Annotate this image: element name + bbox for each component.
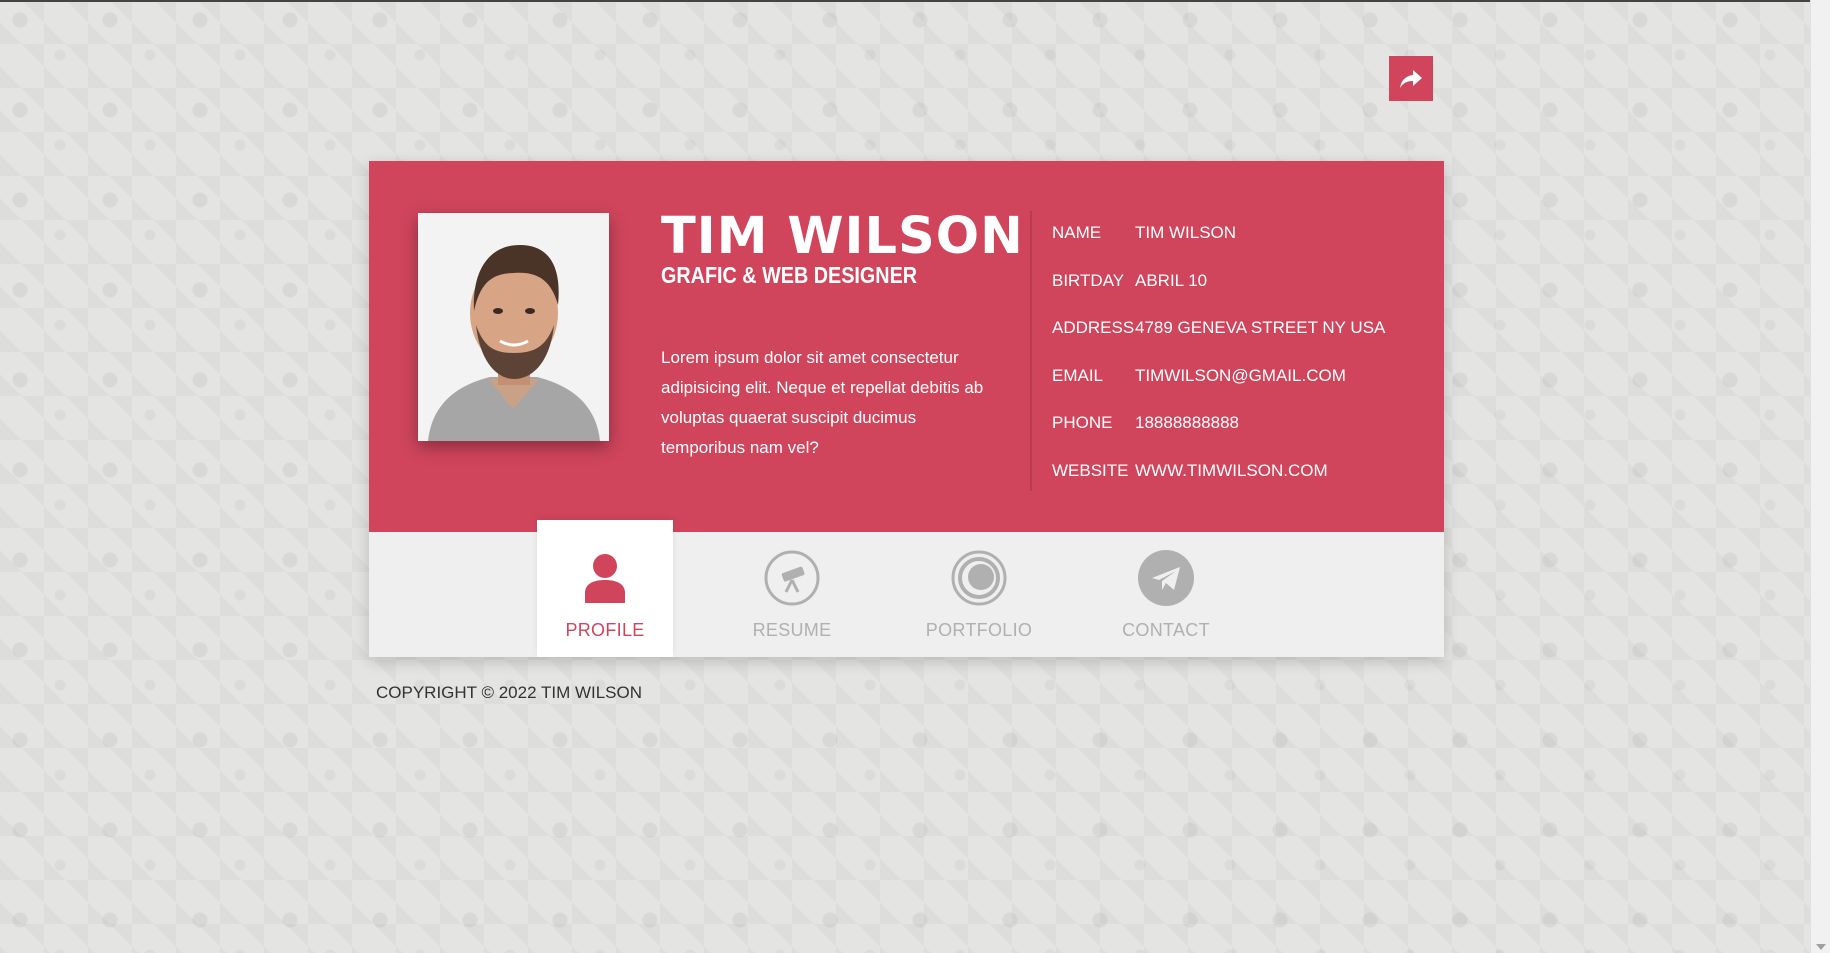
- info-label: BIRTDAY: [1052, 271, 1125, 290]
- tab-label: PORTFOLIO: [925, 620, 1033, 640]
- scrollbar-thumb[interactable]: [1815, 4, 1826, 934]
- scroll-down-icon[interactable]: [1816, 944, 1826, 950]
- tab-profile[interactable]: PROFILE: [537, 520, 673, 657]
- info-label: PHONE: [1052, 413, 1113, 432]
- section-nav: PROFILE RESUME PORTFOLIO CONTACT: [369, 520, 1444, 657]
- info-value: ABRIL 10: [1135, 271, 1208, 290]
- tab-resume[interactable]: RESUME: [724, 532, 860, 657]
- info-label: NAME: [1052, 223, 1102, 242]
- info-value: TIMWILSON@GMAIL.COM: [1135, 366, 1346, 385]
- share-button[interactable]: [1389, 56, 1433, 101]
- tab-label: PROFILE: [565, 620, 645, 640]
- paper-plane-icon: [1138, 550, 1194, 606]
- tab-contact[interactable]: CONTACT: [1098, 532, 1234, 657]
- info-value: 4789 GENEVA STREET NY USA: [1135, 318, 1386, 337]
- info-value: 18888888888: [1135, 413, 1240, 432]
- page-scrollbar[interactable]: [1810, 0, 1830, 953]
- profile-job-title: GRAFIC & WEB DESIGNER: [661, 262, 918, 288]
- window-top-edge: [0, 0, 1830, 2]
- info-label: EMAIL: [1052, 366, 1104, 385]
- user-icon: [585, 554, 625, 603]
- info-label: ADDRESS: [1052, 318, 1135, 337]
- header-divider: [1030, 211, 1032, 491]
- profile-bio: Lorem ipsum dolor sit amet consectetur a…: [661, 348, 984, 457]
- profile-card: TIM WILSON GRAFIC & WEB DESIGNER Lorem i…: [369, 161, 1444, 657]
- portrait-photo: [418, 213, 609, 441]
- info-value: WWW.TIMWILSON.COM: [1135, 461, 1328, 480]
- tab-portfolio[interactable]: PORTFOLIO: [911, 532, 1047, 657]
- disc-icon: [951, 550, 1007, 606]
- telescope-icon: [764, 550, 820, 606]
- footer-copyright: COPYRIGHT © 2022 TIM WILSON: [376, 683, 643, 702]
- tab-label: RESUME: [752, 620, 832, 640]
- profile-name: TIM WILSON: [661, 207, 1024, 266]
- profile-photo: [418, 213, 609, 441]
- tab-label: CONTACT: [1122, 620, 1210, 640]
- info-label: WEBSITE: [1052, 461, 1129, 480]
- share-arrow-icon: [1400, 69, 1422, 88]
- info-value: TIM WILSON: [1135, 223, 1237, 242]
